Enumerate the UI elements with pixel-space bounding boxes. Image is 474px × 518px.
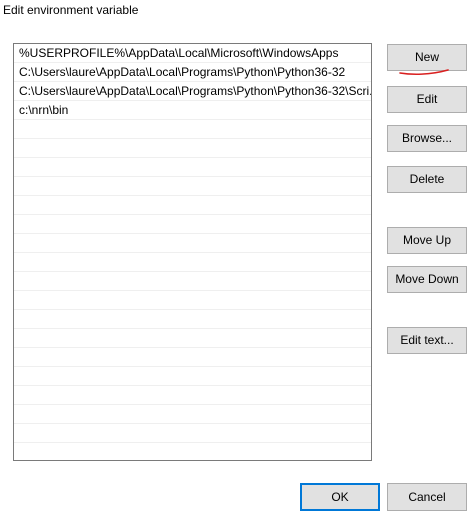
- move-down-button[interactable]: Move Down: [387, 266, 467, 293]
- list-item[interactable]: C:\Users\laure\AppData\Local\Programs\Py…: [14, 63, 371, 82]
- list-item[interactable]: c:\nrn\bin: [14, 101, 371, 120]
- empty-list-row[interactable]: [14, 386, 371, 405]
- move-up-button[interactable]: Move Up: [387, 227, 467, 254]
- title-bar: Edit environment variable: [0, 0, 474, 26]
- empty-list-row[interactable]: [14, 253, 371, 272]
- empty-list-row[interactable]: [14, 424, 371, 443]
- empty-list-row[interactable]: [14, 367, 371, 386]
- edit-text-button[interactable]: Edit text...: [387, 327, 467, 354]
- red-underline-annotation: [399, 69, 449, 76]
- empty-list-row[interactable]: [14, 348, 371, 367]
- new-button[interactable]: New: [387, 44, 467, 71]
- list-item[interactable]: %USERPROFILE%\AppData\Local\Microsoft\Wi…: [14, 44, 371, 63]
- empty-list-row[interactable]: [14, 310, 371, 329]
- ok-button[interactable]: OK: [300, 483, 380, 511]
- empty-list-row[interactable]: [14, 405, 371, 424]
- empty-list-row[interactable]: [14, 120, 371, 139]
- empty-list-row[interactable]: [14, 329, 371, 348]
- window-title: Edit environment variable: [3, 3, 139, 17]
- empty-list-row[interactable]: [14, 215, 371, 234]
- browse-button[interactable]: Browse...: [387, 125, 467, 152]
- list-item[interactable]: C:\Users\laure\AppData\Local\Programs\Py…: [14, 82, 371, 101]
- edit-button[interactable]: Edit: [387, 86, 467, 113]
- empty-list-row[interactable]: [14, 158, 371, 177]
- cancel-button[interactable]: Cancel: [387, 483, 467, 511]
- empty-list-row[interactable]: [14, 139, 371, 158]
- empty-list-row[interactable]: [14, 234, 371, 253]
- empty-list-row[interactable]: [14, 272, 371, 291]
- empty-list-row[interactable]: [14, 443, 371, 460]
- empty-list-row[interactable]: [14, 196, 371, 215]
- path-list[interactable]: %USERPROFILE%\AppData\Local\Microsoft\Wi…: [13, 43, 372, 461]
- empty-list-row[interactable]: [14, 291, 371, 310]
- delete-button[interactable]: Delete: [387, 166, 467, 193]
- empty-list-row[interactable]: [14, 177, 371, 196]
